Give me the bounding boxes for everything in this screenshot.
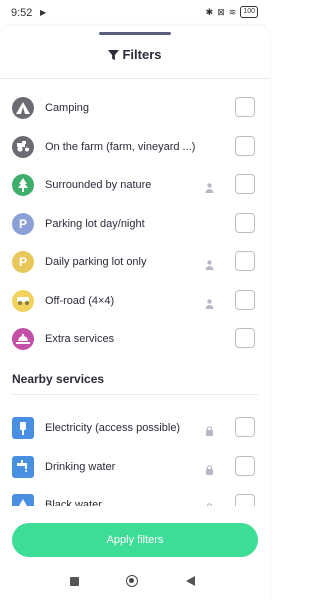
filter-row[interactable]: P Daily parking lot only <box>0 244 270 282</box>
divider <box>0 78 270 79</box>
tap-icon <box>12 455 34 478</box>
filter-checkbox[interactable] <box>235 135 255 156</box>
filter-icon <box>108 50 120 61</box>
filter-row[interactable]: P Parking lot day/night <box>0 206 270 244</box>
filter-label: Drinking water <box>45 460 116 473</box>
electricity-icon <box>12 417 34 439</box>
filter-checkbox[interactable] <box>235 97 255 117</box>
filter-checkbox[interactable] <box>235 417 255 437</box>
back-button[interactable] <box>186 576 195 586</box>
filter-checkbox[interactable] <box>235 251 255 271</box>
drag-handle[interactable] <box>99 32 171 35</box>
divider <box>12 394 258 395</box>
filter-checkbox[interactable] <box>235 455 255 476</box>
nearby-services-heading: Nearby services <box>12 372 105 386</box>
filter-label: Extra services <box>45 333 115 345</box>
filter-row[interactable]: Extra services <box>0 321 270 359</box>
filter-checkbox[interactable] <box>235 212 255 233</box>
status-bar: 9:52 ▶ ✱ ⊠ ≋ 100 <box>0 0 270 26</box>
recents-button[interactable] <box>70 577 79 586</box>
filter-label: Surrounded by nature <box>45 179 152 191</box>
filter-row[interactable]: Off-road (4×4) <box>0 283 270 321</box>
filter-label: Daily parking lot only <box>45 256 147 268</box>
home-button[interactable] <box>126 575 138 587</box>
filter-row[interactable]: On the farm (farm, vineyard ...) <box>0 129 270 167</box>
status-time: 9:52 <box>11 7 33 19</box>
filters-sheet: Filters Camping On the farm (farm, vineya… <box>0 26 270 600</box>
status-icons: ✱ ⊠ ≋ 100 <box>206 6 258 18</box>
filter-label: Parking lot day/night <box>45 217 145 230</box>
tent-icon <box>12 97 34 119</box>
parking-icon: P <box>12 251 34 273</box>
filter-label: Camping <box>45 102 90 114</box>
services-icon <box>12 328 34 350</box>
filter-label: On the farm (farm, vineyard ...) <box>45 140 196 153</box>
filter-row[interactable]: Electricity (access possible) <box>0 410 270 448</box>
filter-label: Off-road (4×4) <box>45 294 115 307</box>
lock-icon <box>205 462 214 475</box>
filter-checkbox[interactable] <box>235 289 255 310</box>
system-nav-bar <box>0 566 270 600</box>
apply-filters-button[interactable]: Apply filters <box>12 523 258 557</box>
tractor-icon <box>12 135 34 158</box>
filter-checkbox[interactable] <box>235 328 255 348</box>
premium-user-icon <box>205 296 214 309</box>
battery-icon: 100 <box>240 6 258 18</box>
parking-icon: P <box>12 212 34 235</box>
premium-user-icon <box>205 257 214 270</box>
tree-icon <box>12 174 34 196</box>
wifi-icon: ≋ <box>228 6 237 17</box>
filter-label: Electricity (access possible) <box>45 422 181 434</box>
page-title: Filters <box>0 47 270 62</box>
filter-row[interactable]: Surrounded by nature <box>0 167 270 205</box>
premium-user-icon <box>205 180 214 193</box>
lock-icon <box>205 423 214 436</box>
title-text: Filters <box>122 47 162 62</box>
signal-icon: ⊠ <box>217 6 225 17</box>
filter-row[interactable]: Camping <box>0 90 270 128</box>
offroad-icon <box>12 289 34 312</box>
bluetooth-icon: ✱ <box>205 6 214 17</box>
media-play-icon: ▶ <box>40 8 47 17</box>
filter-row[interactable]: Drinking water <box>0 449 270 487</box>
filter-checkbox[interactable] <box>235 174 255 194</box>
